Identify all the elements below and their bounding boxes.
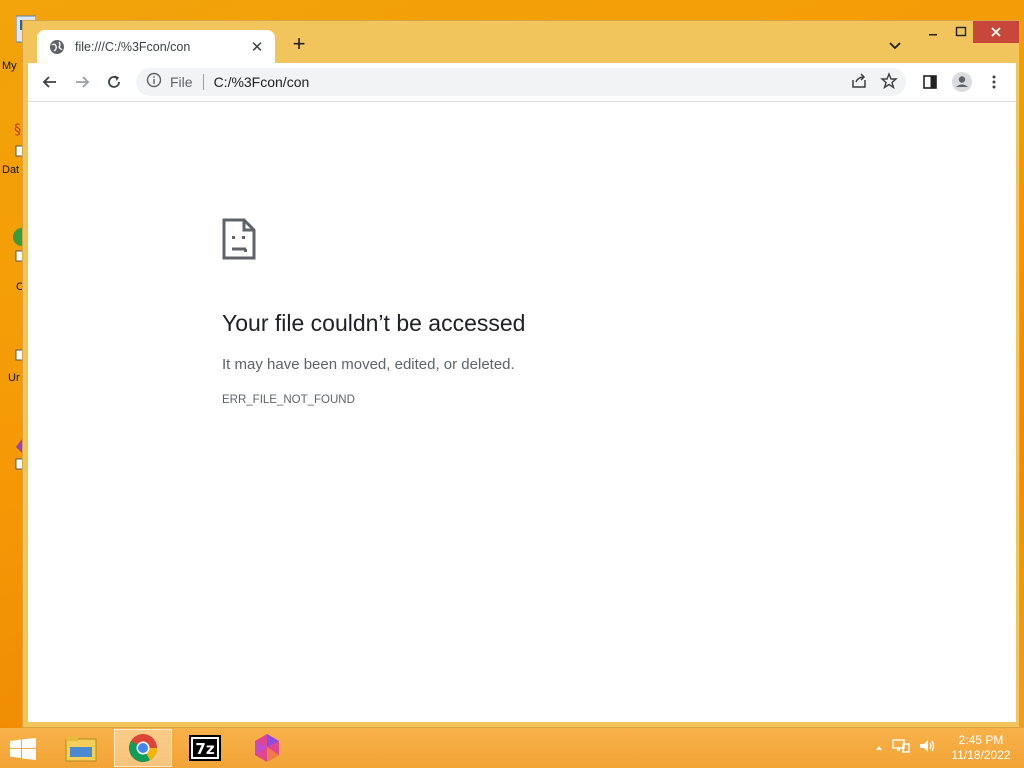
info-icon[interactable] xyxy=(146,72,162,93)
svg-text:7z: 7z xyxy=(195,740,214,758)
taskbar-file-explorer[interactable] xyxy=(52,729,110,767)
windows-logo-icon xyxy=(10,738,36,760)
reload-icon xyxy=(108,75,120,88)
back-arrow-icon xyxy=(42,76,56,88)
volume-icon[interactable] xyxy=(918,738,936,759)
side-panel-icon xyxy=(923,75,937,89)
profile-avatar-icon xyxy=(952,72,972,92)
system-tray xyxy=(874,738,936,759)
taskbar-chrome[interactable] xyxy=(114,729,172,767)
new-tab-button[interactable]: + xyxy=(287,33,311,57)
title-bar: file:///C:/%3Fcon/con ✕ + xyxy=(23,21,1019,64)
tab-active[interactable]: file:///C:/%3Fcon/con ✕ xyxy=(37,30,275,64)
side-panel-button[interactable] xyxy=(914,66,946,98)
error-title: Your file couldn’t be accessed xyxy=(222,310,526,336)
forward-button[interactable] xyxy=(66,66,98,98)
sad-file-icon xyxy=(222,218,256,265)
browser-toolbar: File C:/%3Fcon/con xyxy=(28,63,1016,101)
share-icon[interactable] xyxy=(850,72,868,95)
taskbar: 7z 2:45 PM 11/18/2022 xyxy=(0,728,1024,768)
desktop-icon-label: My xyxy=(2,60,17,72)
browser-window: file:///C:/%3Fcon/con ✕ + File C:/%3Fcon… xyxy=(22,20,1020,728)
bookmark-star-icon[interactable] xyxy=(880,72,898,95)
page-content: Your file couldn’t be accessed It may ha… xyxy=(28,101,1016,722)
network-icon[interactable] xyxy=(892,738,910,759)
gem-icon xyxy=(255,734,279,762)
url-scheme-label: File xyxy=(170,74,193,90)
address-bar[interactable]: File C:/%3Fcon/con xyxy=(136,68,906,96)
start-button[interactable] xyxy=(10,738,36,760)
maximize-button[interactable] xyxy=(947,21,975,43)
7zip-icon: 7z xyxy=(189,735,221,761)
menu-button[interactable] xyxy=(978,66,1010,98)
close-tab-icon[interactable]: ✕ xyxy=(245,35,269,59)
folder-icon xyxy=(65,736,97,762)
close-window-button[interactable] xyxy=(973,21,1019,43)
svg-text:§: § xyxy=(14,122,21,138)
error-subtitle: It may have been moved, edited, or delet… xyxy=(222,356,515,373)
taskbar-clock[interactable]: 2:45 PM 11/18/2022 xyxy=(946,733,1016,763)
chrome-icon xyxy=(129,734,157,762)
show-hidden-icons-chevron-icon[interactable] xyxy=(874,740,884,758)
tab-title: file:///C:/%3Fcon/con xyxy=(75,40,191,54)
desktop-icon-label: Dat xyxy=(2,164,20,176)
omnibox-divider xyxy=(202,74,204,90)
desktop-icon-label: Ur xyxy=(8,372,20,384)
profile-button[interactable] xyxy=(946,66,978,98)
error-code: ERR_FILE_NOT_FOUND xyxy=(222,394,355,406)
minimize-button[interactable] xyxy=(919,21,947,43)
globe-icon xyxy=(49,39,65,55)
url-text[interactable]: C:/%3Fcon/con xyxy=(214,74,310,90)
clock-time: 2:45 PM xyxy=(958,733,1004,747)
back-button[interactable] xyxy=(34,66,66,98)
more-vertical-icon xyxy=(992,75,996,89)
taskbar-7zip[interactable]: 7z xyxy=(176,729,234,767)
forward-arrow-icon xyxy=(76,76,90,88)
clock-date: 11/18/2022 xyxy=(951,748,1011,762)
taskbar-gem-app[interactable] xyxy=(238,729,296,767)
tab-search-chevron-icon[interactable] xyxy=(885,35,905,55)
reload-button[interactable] xyxy=(98,66,130,98)
